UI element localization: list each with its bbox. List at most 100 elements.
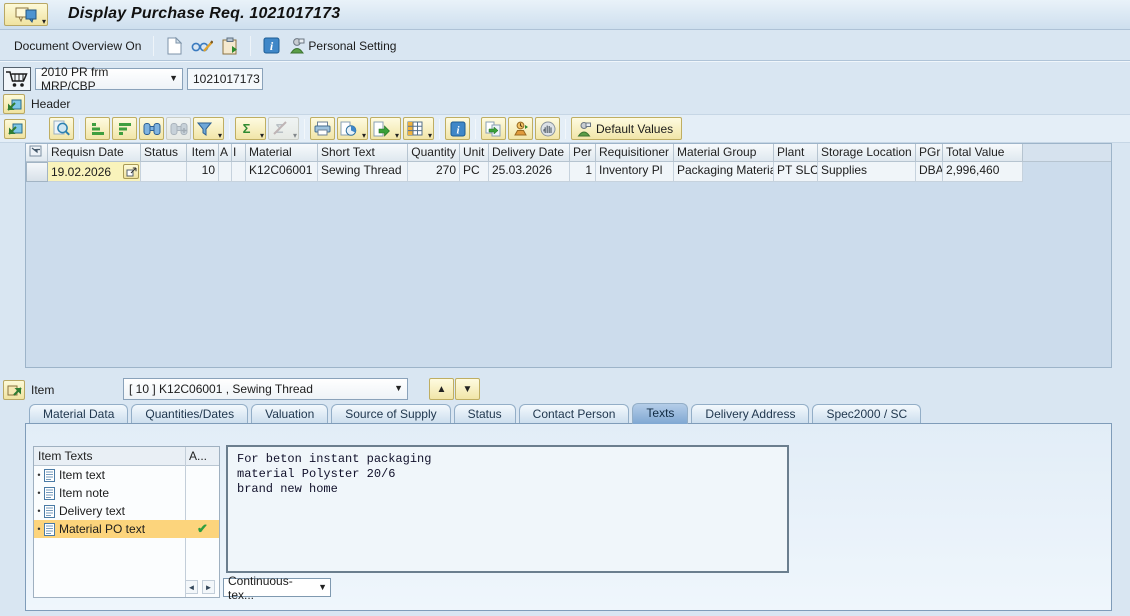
next-item-button[interactable]: ▼ <box>455 378 480 400</box>
a-cell[interactable] <box>219 162 232 182</box>
sort-descending-button[interactable] <box>112 117 137 140</box>
per-cell[interactable]: 1 <box>570 162 596 182</box>
text-format-select[interactable]: Continuous-tex... ▼ <box>223 574 331 602</box>
menu-caret-icon: ▾ <box>41 17 46 26</box>
pgr-cell[interactable]: DBA <box>916 162 943 182</box>
total-value-cell[interactable]: 2,996,460 <box>943 162 1023 182</box>
delivery-date-cell[interactable]: 25.03.2026 <box>489 162 570 182</box>
status-cell[interactable] <box>141 162 187 182</box>
column-header[interactable]: Requisn Date <box>48 144 141 162</box>
column-header[interactable]: Unit <box>460 144 489 162</box>
separator <box>304 118 305 139</box>
document-number-field[interactable]: 1021017173 <box>187 68 263 90</box>
expand-header-button[interactable] <box>3 94 25 114</box>
sort-ascending-button[interactable] <box>85 117 110 140</box>
storage-location-cell[interactable]: Supplies <box>818 162 916 182</box>
export-button[interactable]: ▾ <box>370 117 401 140</box>
tab-status[interactable]: Status <box>453 404 516 424</box>
requisitioner-cell[interactable]: Inventory Pl <box>596 162 674 182</box>
column-header[interactable]: Requisitioner <box>596 144 674 162</box>
tab-material-data[interactable]: Material Data <box>29 404 129 424</box>
column-header[interactable]: PGr <box>916 144 943 162</box>
material-group-cell[interactable]: Packaging Material <box>674 162 774 182</box>
material-cell[interactable]: K12C06001 <box>246 162 318 182</box>
copy-document-button[interactable] <box>217 34 243 58</box>
find-next-button[interactable] <box>166 117 191 140</box>
column-header[interactable]: Per <box>570 144 596 162</box>
item-cell[interactable]: 10 <box>187 162 219 182</box>
column-header[interactable]: Status <box>141 144 187 162</box>
column-header[interactable]: Plant <box>774 144 818 162</box>
sum-button[interactable]: Σ ▾ <box>235 117 266 140</box>
short-text-cell[interactable]: Sewing Thread <box>318 162 408 182</box>
separator <box>79 118 80 139</box>
tab-delivery-address[interactable]: Delivery Address <box>691 404 810 424</box>
collapse-item-button[interactable] <box>3 380 25 400</box>
scroll-right-button[interactable]: ► <box>202 580 215 594</box>
tab-valuation[interactable]: Valuation <box>251 404 329 424</box>
expand-items-button[interactable] <box>4 118 26 139</box>
requisn-date-cell[interactable]: 19.02.2026 <box>48 162 141 182</box>
display-change-button[interactable] <box>189 34 215 58</box>
info-icon: i <box>263 37 280 54</box>
hand-icon <box>540 121 555 136</box>
list-item-item-note[interactable]: • Item note <box>34 484 219 502</box>
renumber-button[interactable] <box>508 117 533 140</box>
tab-spec2000-sc[interactable]: Spec2000 / SC <box>812 404 922 424</box>
tab-texts[interactable]: Texts <box>632 403 689 424</box>
unit-cell[interactable]: PC <box>460 162 489 182</box>
personal-setting-button[interactable]: Personal Setting <box>285 35 400 56</box>
tab-source-of-supply[interactable]: Source of Supply <box>331 404 451 424</box>
column-header[interactable]: Quantity <box>408 144 460 162</box>
print-button[interactable] <box>310 117 335 140</box>
create-document-button[interactable] <box>161 34 187 58</box>
column-header[interactable]: A <box>219 144 232 162</box>
views-button[interactable]: ▾ <box>337 117 368 140</box>
default-values-button[interactable]: Default Values <box>571 117 683 140</box>
list-item-delivery-text[interactable]: • Delivery text <box>34 502 219 520</box>
row-selector[interactable] <box>26 162 48 182</box>
purchase-req-cart-box <box>3 67 31 91</box>
items-grid: Requisn Date Status Item A I Material Sh… <box>25 143 1112 368</box>
document-overview-button[interactable]: Document Overview On <box>8 37 147 55</box>
column-header[interactable]: I <box>232 144 246 162</box>
text-editor[interactable]: For beton instant packaging material Pol… <box>226 445 789 573</box>
previous-item-button[interactable]: ▲ <box>429 378 454 400</box>
services-for-object-button[interactable]: ▾ <box>4 3 48 26</box>
column-header[interactable]: Material Group <box>674 144 774 162</box>
layout-button[interactable]: ▾ <box>403 117 434 140</box>
glasses-pencil-icon <box>191 40 214 52</box>
column-header[interactable]: Delivery Date <box>489 144 570 162</box>
select-all-header[interactable] <box>26 144 48 162</box>
details-button[interactable] <box>49 117 74 140</box>
bullet-icon: • <box>37 506 41 516</box>
item-details-info-button[interactable]: i <box>445 117 470 140</box>
column-header[interactable]: Short Text <box>318 144 408 162</box>
list-item-item-text[interactable]: • Item text <box>34 466 219 484</box>
arrow-down-icon: ▼ <box>462 383 473 395</box>
quantity-cell[interactable]: 270 <box>408 162 460 182</box>
find-button[interactable] <box>139 117 164 140</box>
column-header[interactable]: Storage Location <box>818 144 916 162</box>
hold-button[interactable] <box>535 117 560 140</box>
list-item-material-po-text[interactable]: • Material PO text ✔ <box>34 520 219 538</box>
information-button[interactable]: i <box>258 34 284 58</box>
tab-quantities-dates[interactable]: Quantities/Dates <box>131 404 249 424</box>
item-select[interactable]: [ 10 ] K12C06001 , Sewing Thread ▼ <box>123 378 408 400</box>
date-picker-button[interactable] <box>123 164 139 179</box>
adopt-button[interactable] <box>481 117 506 140</box>
column-header[interactable]: Total Value <box>943 144 1023 162</box>
binoculars-next-icon <box>170 122 187 135</box>
item-tabstrip: Material Data Quantities/Dates Valuation… <box>25 402 1112 424</box>
text-document-icon <box>44 522 55 536</box>
subtotal-button[interactable]: Σ ▾ <box>268 117 299 140</box>
item-section-label: Item <box>31 383 55 397</box>
column-header[interactable]: Material <box>246 144 318 162</box>
filter-button[interactable]: ▾ <box>193 117 224 140</box>
scroll-left-button[interactable]: ◄ <box>185 580 198 594</box>
document-type-select[interactable]: 2010 PR frm MRP/CBP ▼ <box>35 65 183 93</box>
i-cell[interactable] <box>232 162 246 182</box>
tab-contact-person[interactable]: Contact Person <box>518 404 630 424</box>
column-header[interactable]: Item <box>187 144 219 162</box>
plant-cell[interactable]: PT SLCI <box>774 162 818 182</box>
